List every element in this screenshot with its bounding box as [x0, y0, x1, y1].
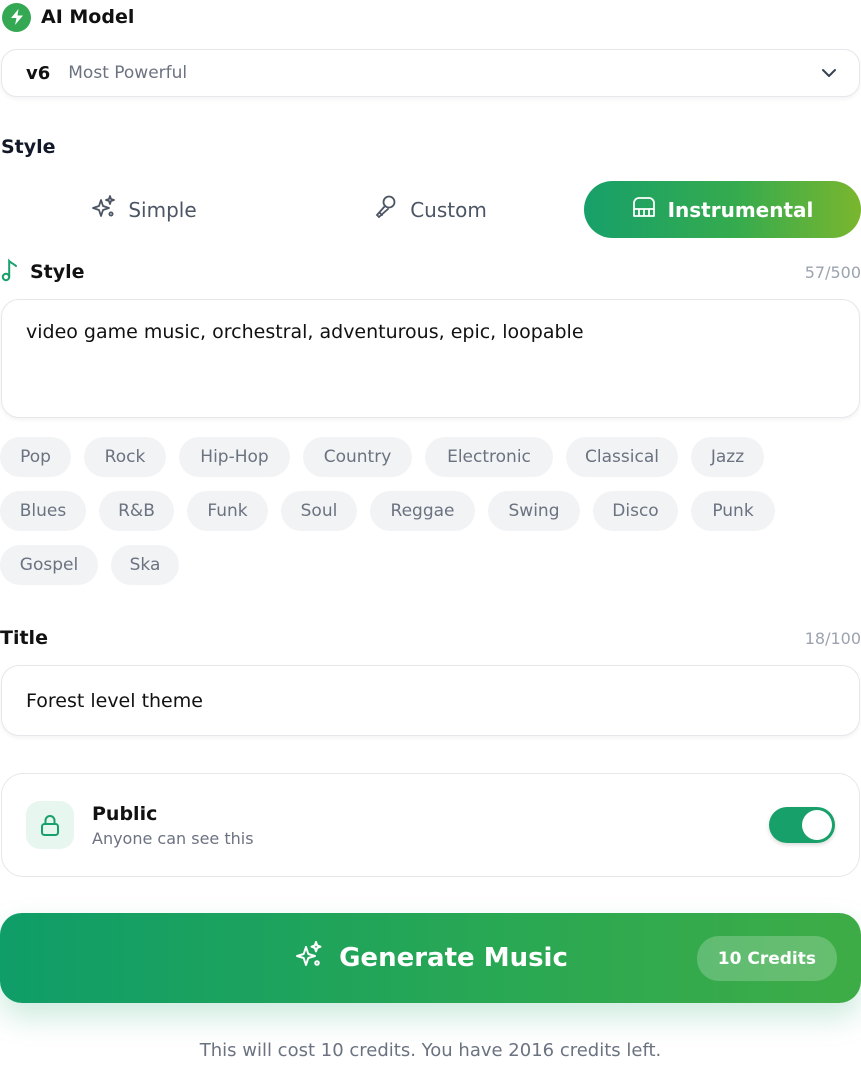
- sparkles-icon: [90, 194, 116, 225]
- style-heading: Style: [1, 136, 56, 158]
- genre-chip-soul[interactable]: Soul: [281, 491, 357, 531]
- genre-chip-disco[interactable]: Disco: [593, 491, 678, 531]
- model-version: v6: [26, 62, 51, 84]
- title-field-label: Title: [0, 627, 48, 649]
- style-char-count: 57/500: [804, 262, 861, 282]
- genre-chip-rock[interactable]: Rock: [84, 437, 166, 477]
- public-toggle[interactable]: [769, 807, 835, 843]
- visibility-subtitle: Anyone can see this: [92, 828, 254, 848]
- model-description: Most Powerful: [68, 63, 188, 83]
- genre-chip-hip-hop[interactable]: Hip-Hop: [179, 437, 290, 477]
- microphone-icon: [374, 194, 398, 225]
- tab-custom[interactable]: Custom: [287, 181, 574, 238]
- credits-badge: 10 Credits: [696, 936, 837, 981]
- tab-custom-label: Custom: [410, 197, 487, 222]
- genre-chip-pop[interactable]: Pop: [0, 437, 71, 477]
- ai-model-label: AI Model: [2, 2, 134, 32]
- tab-simple[interactable]: Simple: [0, 181, 287, 238]
- title-input[interactable]: Forest level theme: [1, 665, 860, 736]
- lock-icon: [26, 801, 74, 849]
- sparkles-icon: [293, 940, 323, 977]
- piano-icon: [632, 196, 656, 223]
- genre-chip-electronic[interactable]: Electronic: [425, 437, 553, 477]
- style-textarea[interactable]: video game music, orchestral, adventurou…: [1, 299, 860, 418]
- genre-chip-reggae[interactable]: Reggae: [370, 491, 475, 531]
- toggle-knob: [802, 810, 832, 840]
- lightning-bolt-icon: [2, 2, 31, 32]
- style-field-header: Style 57/500: [0, 257, 861, 287]
- model-select[interactable]: v6 Most Powerful: [1, 49, 860, 97]
- generate-music-button[interactable]: Generate Music 10 Credits: [0, 913, 861, 1003]
- genre-chip-blues[interactable]: Blues: [0, 491, 86, 531]
- cost-note: This will cost 10 credits. You have 2016…: [199, 1040, 662, 1061]
- genre-chip-ska[interactable]: Ska: [111, 545, 179, 585]
- chevron-down-icon: [821, 68, 837, 78]
- visibility-title: Public: [92, 802, 158, 825]
- music-note-icon: [0, 257, 20, 287]
- tab-simple-label: Simple: [128, 197, 197, 222]
- title-char-count: 18/100: [804, 628, 861, 648]
- generate-label: Generate Music: [339, 943, 568, 973]
- genre-chip-jazz[interactable]: Jazz: [691, 437, 764, 477]
- genre-chip-country[interactable]: Country: [303, 437, 412, 477]
- tab-instrumental-label: Instrumental: [667, 197, 814, 222]
- genre-chip-punk[interactable]: Punk: [691, 491, 775, 531]
- genre-chip-classical[interactable]: Classical: [566, 437, 678, 477]
- genre-chip-funk[interactable]: Funk: [187, 491, 268, 531]
- ai-model-title: AI Model: [41, 6, 135, 28]
- style-field-label: Style: [30, 261, 85, 283]
- genre-chip-swing[interactable]: Swing: [488, 491, 580, 531]
- title-field-header: Title 18/100: [0, 624, 861, 652]
- genre-chip-rnb[interactable]: R&B: [99, 491, 174, 531]
- style-tabs: Simple Custom Instrumental: [0, 181, 861, 238]
- tab-instrumental[interactable]: Instrumental: [584, 181, 861, 238]
- visibility-card: Public Anyone can see this: [1, 773, 860, 877]
- genre-chip-gospel[interactable]: Gospel: [0, 545, 98, 585]
